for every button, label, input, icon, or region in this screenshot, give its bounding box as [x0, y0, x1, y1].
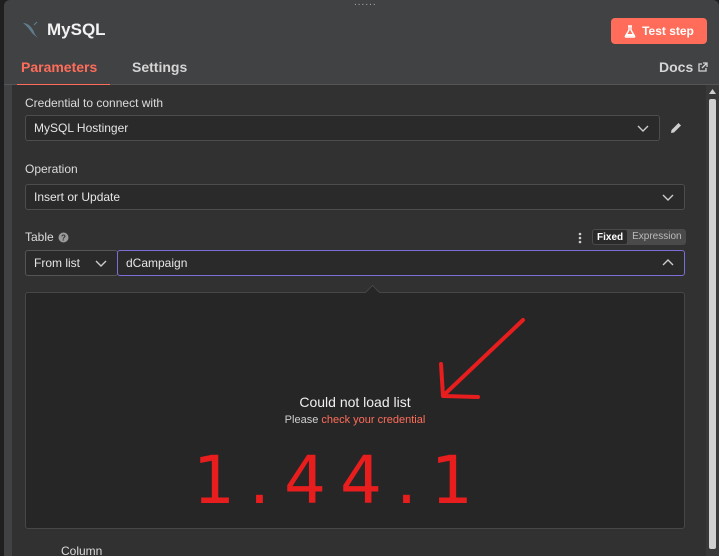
mode-fixed[interactable]: Fixed	[593, 230, 628, 244]
chevron-down-icon	[95, 260, 107, 267]
scrollbar-thumb[interactable]	[709, 99, 716, 549]
chevron-down-icon	[662, 194, 674, 201]
table-label-row: Table ?	[25, 230, 69, 244]
operation-value: Insert or Update	[34, 190, 121, 204]
check-credential-link[interactable]: check your credential	[321, 414, 425, 426]
chevron-down-icon	[637, 125, 649, 132]
node-title: MySQL	[47, 20, 106, 39]
dropdown-caret	[364, 284, 381, 301]
table-source-value: From list	[34, 256, 80, 270]
operation-select[interactable]: Insert or Update	[25, 184, 685, 210]
scrollbar[interactable]	[706, 85, 719, 556]
error-title: Could not load list	[299, 394, 411, 410]
test-step-button[interactable]: Test step	[611, 18, 707, 44]
error-prefix: Please	[284, 414, 322, 426]
table-label: Table	[25, 230, 54, 244]
credential-select[interactable]: MySQL Hostinger	[25, 115, 660, 141]
mysql-logo-icon	[23, 21, 39, 38]
tab-settings[interactable]: Settings	[132, 59, 187, 75]
external-link-icon	[698, 61, 708, 72]
docs-link[interactable]: Docs	[659, 59, 708, 75]
flask-icon	[624, 24, 636, 38]
svg-text:?: ?	[61, 233, 66, 242]
table-source-select[interactable]: From list	[25, 250, 118, 276]
parameters-body: Credential to connect with MySQL Hosting…	[12, 85, 706, 556]
table-value-input[interactable]: dCampaign	[117, 250, 685, 276]
edit-credential-icon[interactable]	[669, 121, 683, 135]
tab-parameters[interactable]: Parameters	[16, 59, 111, 87]
table-value: dCampaign	[126, 256, 188, 270]
docs-label: Docs	[659, 59, 694, 75]
mode-expression[interactable]: Expression	[628, 229, 685, 245]
credential-label: Credential to connect with	[25, 96, 164, 110]
chevron-up-icon	[662, 259, 674, 266]
table-dropdown: Could not load list Please check your cr…	[25, 284, 685, 529]
credential-value: MySQL Hostinger	[34, 121, 129, 135]
test-step-label: Test step	[642, 24, 694, 38]
node-panel: ...... MySQL Test step Parameters Settin…	[4, 0, 719, 556]
column-label: Column	[61, 544, 103, 556]
tab-bar: Parameters Settings Docs	[4, 52, 719, 87]
fixed-expression-toggle[interactable]: Fixed Expression	[592, 229, 686, 245]
scroll-up-icon[interactable]	[709, 89, 716, 94]
node-header: MySQL Test step Parameters Settings Docs	[4, 0, 719, 87]
help-icon[interactable]: ?	[58, 232, 69, 243]
operation-label: Operation	[25, 162, 78, 176]
error-message: Please check your credential	[26, 414, 684, 426]
options-menu-icon[interactable]	[578, 232, 582, 244]
